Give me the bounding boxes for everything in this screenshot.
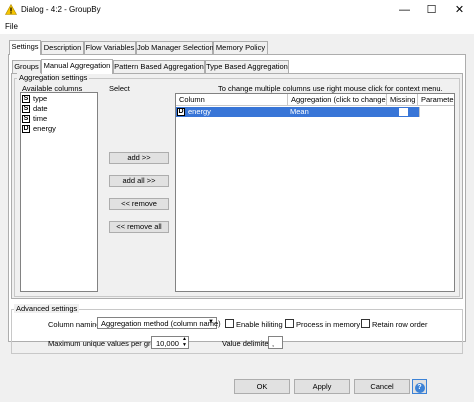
double-type-icon: D bbox=[177, 108, 185, 116]
ok-button[interactable]: OK bbox=[234, 379, 290, 394]
process-in-memory-label: Process in memory bbox=[296, 320, 361, 329]
column-header-parameter[interactable]: Parameter bbox=[418, 94, 454, 106]
max-unique-values-label: Maximum unique values per group bbox=[48, 339, 164, 348]
context-menu-hint: To change multiple columns use right mou… bbox=[218, 84, 443, 93]
help-button[interactable]: ? bbox=[412, 379, 427, 394]
tab-manual-aggregation[interactable]: Manual Aggregation bbox=[41, 59, 113, 74]
remove-all-button[interactable]: << remove all bbox=[109, 221, 169, 233]
column-naming-value: Aggregation method (column name) bbox=[101, 319, 221, 328]
aggregation-table[interactable]: Column Aggregation (click to change) Mis… bbox=[175, 93, 455, 292]
close-button[interactable]: ✕ bbox=[446, 0, 473, 20]
chevron-down-icon: ▼ bbox=[208, 319, 214, 325]
list-item[interactable]: S date bbox=[21, 104, 97, 114]
aggregation-settings-legend: Aggregation settings bbox=[17, 73, 90, 82]
tab-settings[interactable]: Settings bbox=[9, 40, 41, 55]
enable-hiliting-checkbox[interactable] bbox=[225, 319, 234, 328]
list-item-label: type bbox=[33, 94, 48, 103]
string-type-icon: S bbox=[22, 95, 30, 103]
enable-hiliting-label: Enable hiliting bbox=[236, 320, 283, 329]
list-item-label: time bbox=[33, 114, 48, 123]
tab-type-based-aggregation[interactable]: Type Based Aggregation bbox=[205, 60, 289, 73]
column-naming-select[interactable]: Aggregation method (column name) ▼ bbox=[97, 317, 221, 329]
retain-row-order-checkbox[interactable] bbox=[361, 319, 370, 328]
string-type-icon: S bbox=[22, 115, 30, 123]
column-naming-label: Column naming: bbox=[48, 320, 103, 329]
maximize-button[interactable]: ☐ bbox=[418, 0, 445, 20]
list-item[interactable]: S type bbox=[21, 94, 97, 104]
available-columns-list[interactable]: S type S date S time D energy bbox=[20, 92, 98, 292]
tab-flow-variables[interactable]: Flow Variables bbox=[84, 41, 136, 54]
menu-file[interactable]: File bbox=[5, 22, 18, 31]
warning-icon bbox=[5, 4, 17, 15]
title-bar: Dialog - 4:2 - GroupBy — ☐ ✕ bbox=[0, 0, 474, 20]
max-unique-values-input[interactable]: 10,000 ▲ ▼ bbox=[151, 336, 189, 349]
column-header-aggregation[interactable]: Aggregation (click to change) bbox=[288, 94, 387, 106]
advanced-settings-legend: Advanced settings bbox=[14, 304, 80, 313]
help-icon: ? bbox=[414, 383, 425, 393]
row-aggregation-method[interactable]: Mean bbox=[290, 107, 309, 117]
column-header-missing[interactable]: Missing bbox=[387, 94, 418, 106]
spinner-icon[interactable]: ▲ ▼ bbox=[182, 336, 187, 348]
process-in-memory-checkbox[interactable] bbox=[285, 319, 294, 328]
double-type-icon: D bbox=[22, 125, 30, 133]
add-button[interactable]: add >> bbox=[109, 152, 169, 164]
retain-row-order-label: Retain row order bbox=[372, 320, 428, 329]
value-delimiter-label: Value delimiter bbox=[222, 339, 272, 348]
value-delimiter-input[interactable]: , bbox=[268, 336, 283, 349]
menu-bar: File bbox=[0, 20, 474, 34]
max-unique-values-value: 10,000 bbox=[156, 339, 179, 348]
maximize-icon: ☐ bbox=[426, 4, 437, 16]
remove-button[interactable]: << remove bbox=[109, 198, 169, 210]
minimize-button[interactable]: — bbox=[391, 0, 418, 20]
tab-job-manager-selection[interactable]: Job Manager Selection bbox=[136, 41, 214, 54]
close-icon: ✕ bbox=[454, 4, 465, 16]
tab-pattern-based-aggregation[interactable]: Pattern Based Aggregation bbox=[113, 60, 205, 73]
column-header-column[interactable]: Column bbox=[176, 94, 288, 106]
select-label: Select bbox=[109, 84, 130, 93]
tab-memory-policy[interactable]: Memory Policy bbox=[213, 41, 268, 54]
list-item-label: date bbox=[33, 104, 48, 113]
cancel-button[interactable]: Cancel bbox=[354, 379, 410, 394]
apply-button[interactable]: Apply bbox=[294, 379, 350, 394]
table-row[interactable]: D energy Mean bbox=[176, 107, 419, 117]
list-item[interactable]: D energy bbox=[21, 124, 97, 134]
row-column-name: energy bbox=[188, 107, 211, 116]
tab-description[interactable]: Description bbox=[41, 41, 84, 54]
tab-groups[interactable]: Groups bbox=[12, 60, 41, 73]
row-missing-checkbox[interactable] bbox=[399, 108, 408, 116]
list-item-label: energy bbox=[33, 124, 56, 133]
window-title: Dialog - 4:2 - GroupBy bbox=[21, 5, 101, 14]
add-all-button[interactable]: add all >> bbox=[109, 175, 169, 187]
value-delimiter-value: , bbox=[272, 339, 275, 348]
minimize-icon: — bbox=[399, 4, 410, 16]
list-item[interactable]: S time bbox=[21, 114, 97, 124]
string-type-icon: S bbox=[22, 105, 30, 113]
row-parameter-cell[interactable] bbox=[419, 107, 454, 117]
